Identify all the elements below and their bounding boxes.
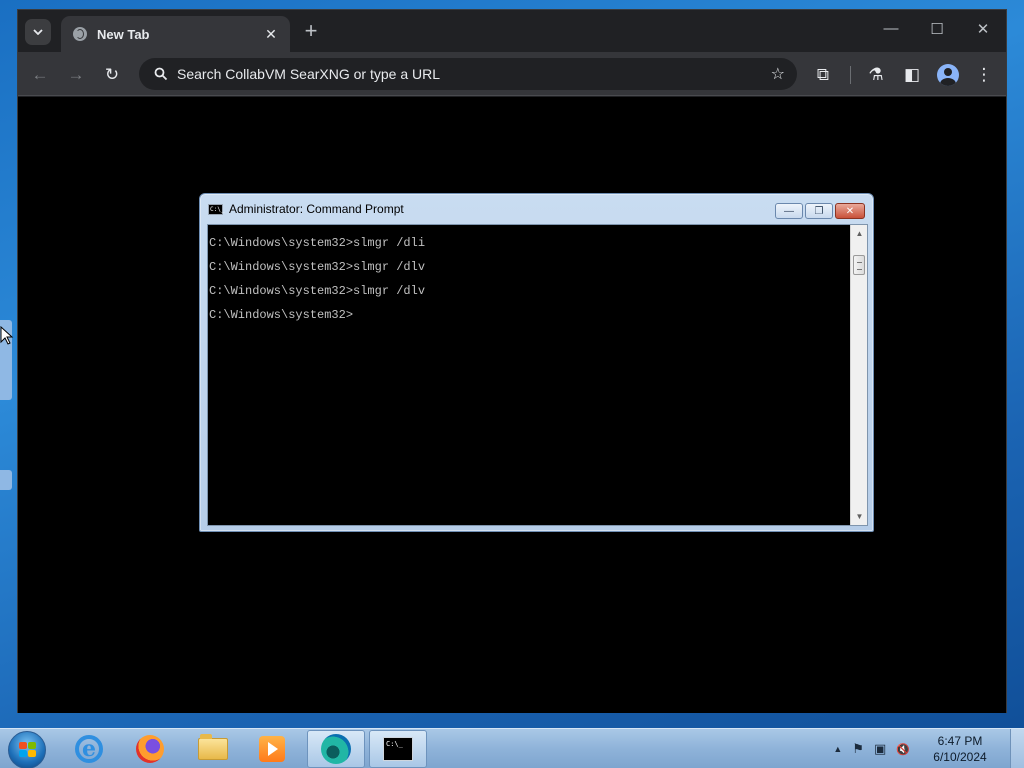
profile-avatar-icon[interactable] <box>937 64 959 86</box>
internet-explorer-icon: e <box>75 735 103 763</box>
search-icon <box>154 67 168 81</box>
show-desktop-button[interactable] <box>1010 729 1024 768</box>
toolbar-divider <box>850 66 851 84</box>
taskbar-command-prompt[interactable]: C:\_ <box>369 730 427 768</box>
new-tab-button[interactable]: + <box>300 20 322 42</box>
desktop-icon-edge <box>0 470 12 490</box>
extensions-icon[interactable]: ⧉ <box>811 63 835 87</box>
clock-date: 6/10/2024 <box>933 750 987 764</box>
taskbar-internet-explorer[interactable]: e <box>60 730 118 768</box>
media-player-icon <box>259 736 285 762</box>
cmd-line: C:\Windows\system32>slmgr /dlv <box>209 260 426 274</box>
bookmark-star-icon[interactable]: ☆ <box>771 64 785 84</box>
taskbar-file-explorer[interactable] <box>184 730 242 768</box>
network-icon[interactable]: ▣ <box>874 741 886 757</box>
action-center-flag-icon[interactable]: ⚑ <box>852 741 864 757</box>
tab-close-icon[interactable]: ✕ <box>262 26 280 43</box>
cmd-title-bar[interactable]: C:\_ Administrator: Command Prompt — ❐ ✕ <box>200 194 873 224</box>
menu-kebab-icon[interactable]: ⋮ <box>972 63 996 87</box>
taskbar-edge[interactable] <box>307 730 365 768</box>
folder-icon <box>198 734 228 760</box>
start-button[interactable] <box>8 731 46 768</box>
chevron-down-icon <box>33 29 43 35</box>
cmd-app-icon: C:\_ <box>208 203 225 215</box>
minimize-button[interactable]: — <box>868 20 914 37</box>
cmd-minimize-button[interactable]: — <box>775 203 803 219</box>
cmd-window-title: Administrator: Command Prompt <box>229 202 404 216</box>
edge-browser-icon <box>321 734 351 764</box>
cmd-prompt-line: C:\Windows\system32> <box>209 308 354 322</box>
clock-time: 6:47 PM <box>937 734 983 748</box>
taskbar-media-player[interactable] <box>243 730 301 768</box>
globe-icon <box>73 27 87 41</box>
cmd-window-controls: — ❐ ✕ <box>773 203 865 219</box>
scroll-thumb[interactable] <box>853 255 865 275</box>
taskbar: e C:\_ ▲ ⚑ ▣ 🔇 6:47 PM 6/10/2024 <box>0 728 1024 768</box>
tab-search-button[interactable] <box>25 19 51 45</box>
cmd-output: C:\Windows\system32>slmgr /dli C:\Window… <box>209 233 847 329</box>
mouse-cursor-icon <box>0 326 14 345</box>
address-bar[interactable]: Search CollabVM SearXNG or type a URL ☆ <box>139 58 797 90</box>
reload-button[interactable]: ↻ <box>100 63 124 87</box>
cmd-line: C:\Windows\system32>slmgr /dlv <box>209 284 426 298</box>
tray-chevron-up-icon[interactable]: ▲ <box>833 744 842 754</box>
cmd-scrollbar[interactable]: ▲ ▼ <box>850 225 867 525</box>
side-panel-icon[interactable]: ◧ <box>900 63 924 87</box>
system-tray: ▲ ⚑ ▣ 🔇 6:47 PM 6/10/2024 <box>833 729 1024 768</box>
tab-strip: New Tab ✕ + — ☐ ✕ <box>18 10 1006 52</box>
cmd-line: C:\Windows\system32>slmgr /dli <box>209 236 426 250</box>
taskbar-firefox[interactable] <box>121 730 179 768</box>
forward-button[interactable]: → <box>64 63 88 87</box>
labs-icon[interactable]: ⚗ <box>864 63 888 87</box>
windows-logo-icon <box>19 742 37 759</box>
maximize-button[interactable]: ☐ <box>914 20 960 38</box>
cmd-restore-button[interactable]: ❐ <box>805 203 833 219</box>
back-button[interactable]: ← <box>28 63 52 87</box>
cmd-console[interactable]: C:\Windows\system32>slmgr /dli C:\Window… <box>207 224 868 526</box>
address-bar-placeholder: Search CollabVM SearXNG or type a URL <box>177 66 440 82</box>
firefox-icon <box>136 735 164 763</box>
clock[interactable]: 6:47 PM 6/10/2024 <box>920 733 1000 765</box>
cmd-close-button[interactable]: ✕ <box>835 203 865 219</box>
volume-muted-icon[interactable]: 🔇 <box>896 743 910 756</box>
tab-title: New Tab <box>97 26 150 42</box>
close-button[interactable]: ✕ <box>960 20 1006 38</box>
command-prompt-window: C:\_ Administrator: Command Prompt — ❐ ✕… <box>199 193 874 532</box>
tab-new-tab[interactable]: New Tab ✕ <box>61 16 290 52</box>
command-prompt-icon: C:\_ <box>383 737 413 761</box>
scroll-down-arrow-icon[interactable]: ▼ <box>851 508 868 525</box>
browser-toolbar: ← → ↻ Search CollabVM SearXNG or type a … <box>18 52 1006 96</box>
scroll-up-arrow-icon[interactable]: ▲ <box>851 225 868 242</box>
